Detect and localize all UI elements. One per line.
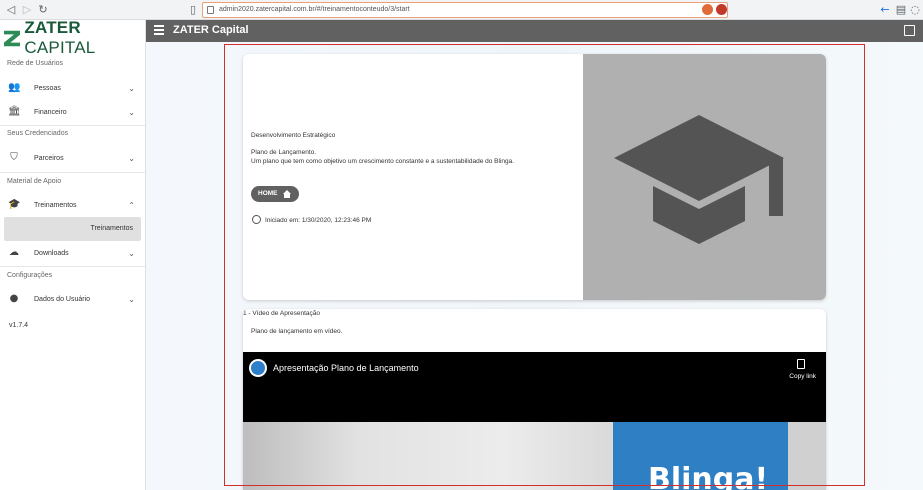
sidebar-item-pessoas[interactable]: 👥 Pessoas ⌄ [0,77,145,99]
divider [0,125,145,126]
highlight-frame [224,44,865,486]
extension-arrow-icon[interactable]: ← [878,3,892,17]
brave-shield-icon[interactable] [702,4,713,15]
user-icon: ● [9,293,19,304]
section-seus-credenciados: Seus Credenciados [7,130,69,137]
shield-check-icon: ⛉ [10,152,18,163]
chevron-down-icon: ⌄ [128,83,135,93]
divider [0,172,145,173]
chevron-up-icon: ⌃ [128,200,135,210]
bank-icon: 🏛 [8,106,21,117]
browser-toolbar: ◁ ▷ ↻ ▯ admin2020.zatercapital.com.br/#/… [0,0,923,20]
sidebar-item-downloads[interactable]: ☁ Downloads ⌄ [0,242,145,264]
app-title: ZATER Capital [173,24,249,36]
sidebar: ZATER CAPITAL Rede de Usuários 👥 Pessoas… [0,18,146,490]
chevron-down-icon: ⌄ [128,107,135,117]
lock-icon [207,6,214,14]
reading-list-icon[interactable]: ▤ [894,3,908,17]
sidebar-item-label: Financeiro [34,108,67,116]
sidebar-item-dados-usuario[interactable]: ● Dados do Usuário ⌄ [0,288,145,310]
people-icon: 👥 [8,82,21,93]
sidebar-item-parceiros[interactable]: ⛉ Parceiros ⌄ [0,147,145,169]
top-app-bar: ZATER Capital [146,20,923,42]
address-bar[interactable]: admin2020.zatercapital.com.br/#/treiname… [202,2,728,18]
logo[interactable]: ZATER CAPITAL [4,18,145,57]
chevron-down-icon: ⌄ [128,294,135,304]
rewards-icon[interactable] [716,4,727,15]
sidebar-item-label: Pessoas [34,84,61,92]
zater-logo-icon [4,30,21,46]
logout-icon[interactable] [904,25,915,36]
section-material-apoio: Material de Apoio [7,178,62,185]
back-icon[interactable]: ◁ [4,3,18,17]
school-icon: 🎓 [8,199,21,210]
logo-text: ZATER CAPITAL [24,18,96,57]
hamburger-menu-icon[interactable] [154,25,164,35]
reload-icon[interactable]: ↻ [36,3,50,17]
url-text: admin2020.zatercapital.com.br/#/treiname… [219,6,410,13]
chevron-down-icon: ⌄ [128,153,135,163]
sidebar-item-label: Dados do Usuário [34,295,91,303]
profile-icon[interactable]: ◌ [908,3,922,17]
version-label: v1.7.4 [9,322,29,329]
bookmark-icon[interactable]: ▯ [186,3,200,17]
sidebar-item-label: Downloads [34,249,69,257]
section-configuracoes: Configurações [7,272,53,279]
forward-icon[interactable]: ▷ [20,3,34,17]
sidebar-item-label: Treinamentos [34,201,77,209]
divider [0,266,145,267]
cloud-download-icon: ☁ [9,247,19,258]
chevron-down-icon: ⌄ [128,248,135,258]
sidebar-item-treinamentos[interactable]: 🎓 Treinamentos ⌃ [0,194,145,216]
sidebar-item-financeiro[interactable]: 🏛 Financeiro ⌄ [0,101,145,123]
sidebar-subitem-treinamentos[interactable]: Treinamentos [4,217,141,241]
section-rede-usuarios: Rede de Usuários [7,60,64,67]
sidebar-item-label: Parceiros [34,154,64,162]
